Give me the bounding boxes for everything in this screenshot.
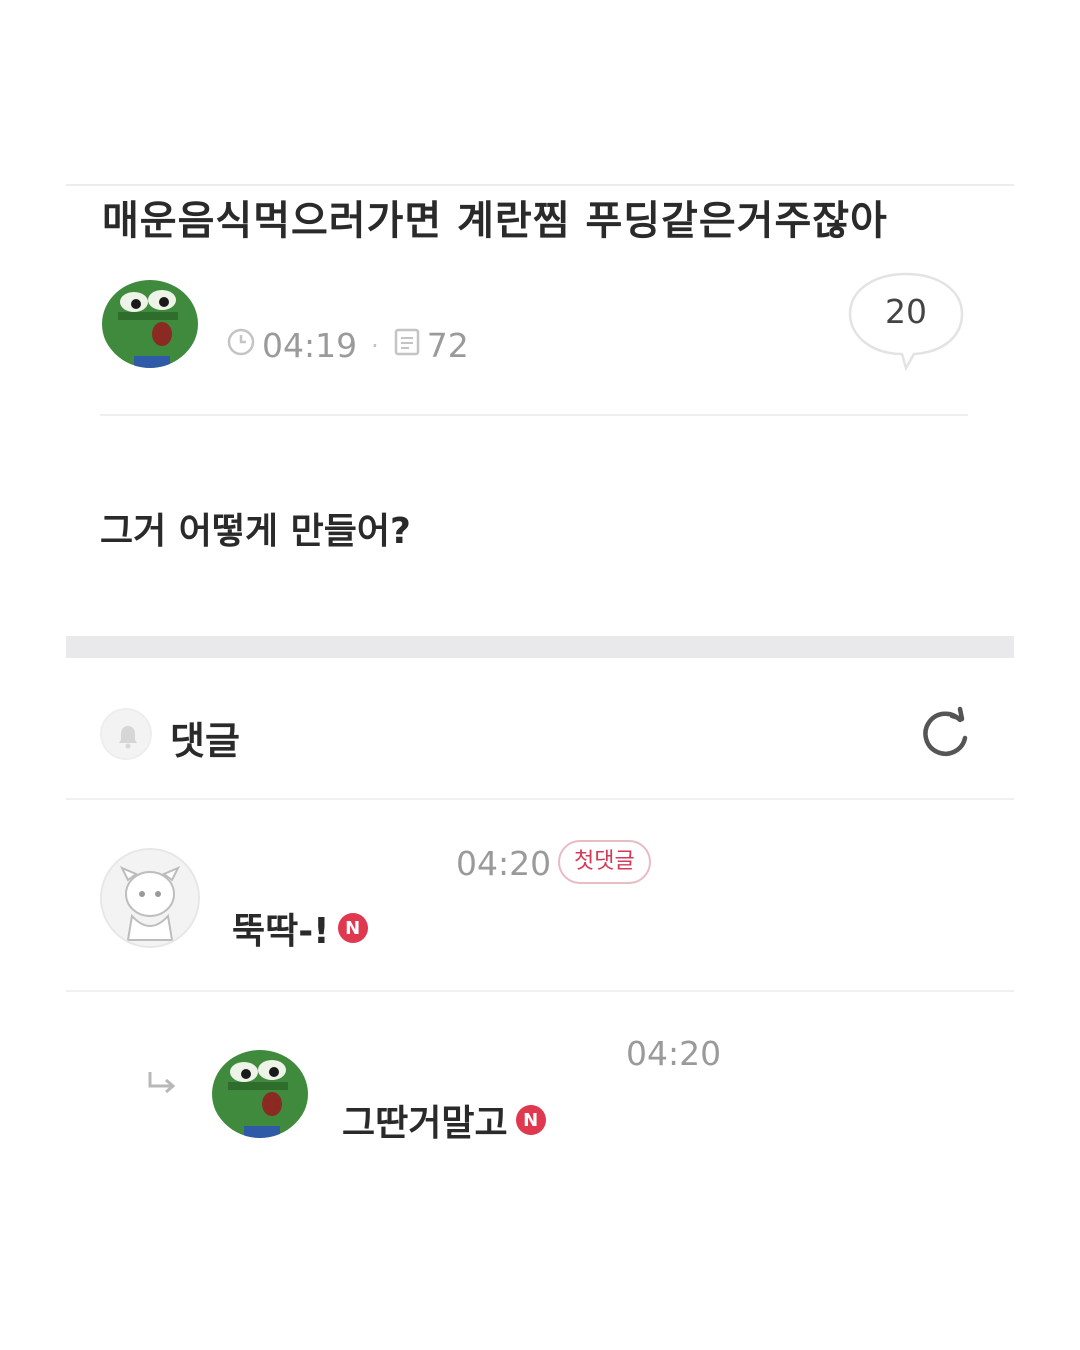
reply-arrow-icon bbox=[144, 1068, 180, 1102]
frog-avatar-image bbox=[210, 1038, 310, 1138]
divider bbox=[66, 798, 1014, 800]
new-badge: N bbox=[337, 913, 368, 943]
comment-body: 뚝딱-! bbox=[232, 911, 330, 952]
commenter-avatar[interactable] bbox=[100, 848, 200, 948]
character-avatar-image bbox=[102, 850, 198, 946]
divider bbox=[100, 414, 968, 416]
comment-text: 뚝딱-! N bbox=[232, 902, 368, 954]
commenter-name-redacted bbox=[232, 840, 432, 874]
clock-icon bbox=[226, 326, 256, 365]
bell-button[interactable] bbox=[100, 708, 152, 760]
refresh-icon bbox=[923, 706, 968, 756]
section-separator bbox=[66, 636, 1014, 658]
post-title: 매운음식먹으러가면 계란찜 푸딩같은거주잖아 bbox=[102, 198, 888, 244]
reply-text: 그딴거말고 N bbox=[342, 1094, 546, 1146]
reply-avatar[interactable] bbox=[210, 1038, 310, 1138]
first-comment-badge: 첫댓글 bbox=[558, 840, 651, 884]
post-card: 매운음식먹으러가면 계란찜 푸딩같은거주잖아 04:19 · 72 20 그거 … bbox=[66, 184, 1014, 1184]
post-time: 04:19 bbox=[262, 326, 358, 365]
divider bbox=[66, 990, 1014, 992]
comments-label: 댓글 bbox=[170, 719, 240, 763]
divider bbox=[66, 184, 1014, 186]
comment-count-bubble[interactable]: 20 bbox=[844, 270, 968, 372]
reply-body: 그딴거말고 bbox=[342, 1103, 508, 1144]
reply-author-redacted bbox=[344, 1032, 584, 1066]
new-badge: N bbox=[515, 1105, 546, 1135]
refresh-button[interactable] bbox=[916, 704, 976, 764]
comment-time: 04:20 bbox=[456, 844, 552, 883]
comments-header: 댓글 bbox=[100, 704, 976, 764]
comment-count: 20 bbox=[885, 292, 927, 331]
reply-time: 04:20 bbox=[626, 1034, 722, 1073]
meta-separator: · bbox=[371, 331, 379, 360]
bell-icon bbox=[119, 726, 137, 749]
document-icon bbox=[393, 326, 421, 365]
author-avatar[interactable] bbox=[100, 268, 200, 368]
author-name-redacted bbox=[230, 272, 480, 308]
frog-avatar-image bbox=[100, 268, 200, 368]
post-meta: 04:19 · 72 bbox=[226, 326, 469, 365]
post-views: 72 bbox=[426, 326, 469, 365]
post-body: 그거 어떻게 만들어? bbox=[100, 511, 411, 552]
